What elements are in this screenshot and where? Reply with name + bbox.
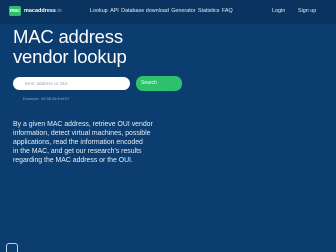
- nav-links: Lookup API Database download Generator S…: [90, 8, 235, 14]
- intro-description: By a given MAC address, retrieve OUI ven…: [13, 121, 213, 166]
- description-line: regarding the MAC address or the OUI.: [13, 156, 133, 164]
- signup-link[interactable]: Sign up: [298, 8, 316, 14]
- brand-name-tld: .io: [55, 8, 62, 14]
- search-example-hint: Example: 44:38:39:ff:ef:57: [23, 96, 70, 101]
- top-navbar: mac macaddress.io Lookup API Database do…: [0, 0, 336, 24]
- brand-logo-link[interactable]: mac macaddress.io: [9, 6, 62, 16]
- brand-name: macaddress.io: [24, 8, 62, 14]
- login-link[interactable]: Login: [272, 8, 285, 14]
- page-title-line-1: MAC address: [13, 26, 123, 47]
- mac-search-input[interactable]: MAC address or OUI: [13, 77, 130, 90]
- nav-link-api[interactable]: API: [110, 8, 119, 14]
- search-button[interactable]: Search: [136, 76, 182, 91]
- nav-link-generator[interactable]: Generator: [171, 8, 195, 14]
- page-title: MAC address vendor lookup: [13, 27, 127, 67]
- description-line: in the MAC, and get our research's resul…: [13, 147, 142, 155]
- nav-link-database-download[interactable]: Database download: [121, 8, 169, 14]
- below-fold-section: [0, 243, 336, 252]
- nav-link-faq[interactable]: FAQ: [222, 8, 233, 14]
- nav-link-lookup[interactable]: Lookup: [90, 8, 108, 14]
- brand-name-main: macaddress: [24, 8, 56, 14]
- brand-logo-icon: mac: [9, 6, 21, 16]
- nav-link-statistics[interactable]: Statistics: [198, 8, 220, 14]
- description-line: applications, read the information encod…: [13, 138, 143, 146]
- description-line: information, detect virtual machines, po…: [13, 129, 151, 137]
- description-line: By a given MAC address, retrieve OUI ven…: [13, 121, 153, 128]
- page-title-line-2: vendor lookup: [13, 46, 127, 67]
- partially-visible-icon: [6, 243, 18, 252]
- page: mac macaddress.io Lookup API Database do…: [0, 0, 336, 252]
